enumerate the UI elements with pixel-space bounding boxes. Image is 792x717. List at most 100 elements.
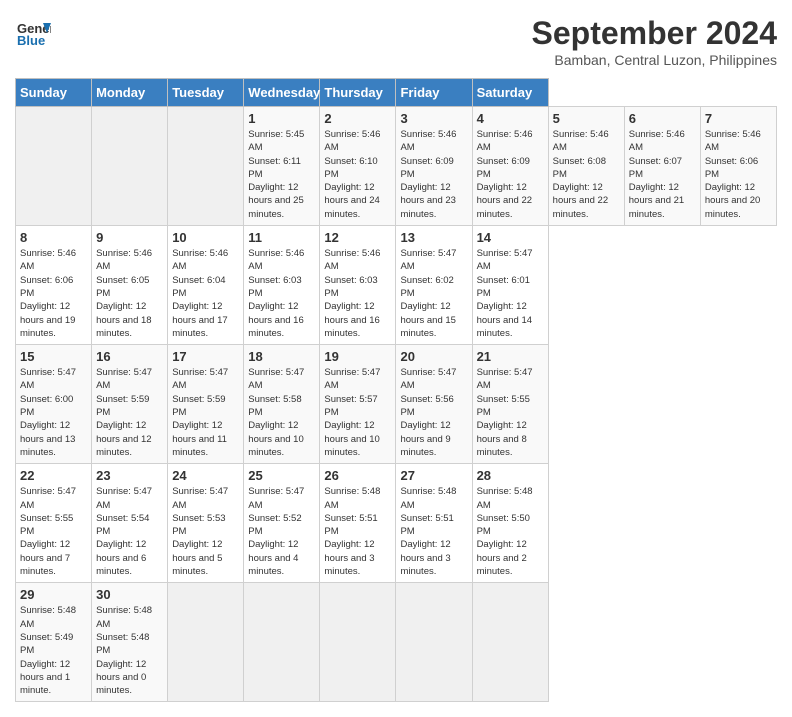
calendar-cell <box>472 583 548 702</box>
logo-icon: General Blue <box>15 15 51 51</box>
calendar-cell: 29Sunrise: 5:48 AMSunset: 5:49 PMDayligh… <box>16 583 92 702</box>
calendar-cell: 26Sunrise: 5:48 AMSunset: 5:51 PMDayligh… <box>320 464 396 583</box>
col-header-friday: Friday <box>396 79 472 107</box>
calendar-cell <box>168 583 244 702</box>
day-number: 17 <box>172 349 239 364</box>
calendar-cell <box>168 107 244 226</box>
calendar-cell: 8 Sunrise: 5:46 AMSunset: 6:06 PMDaylight… <box>16 226 92 345</box>
day-info: Sunrise: 5:46 AMSunset: 6:09 PMDaylight:… <box>477 128 544 221</box>
col-header-saturday: Saturday <box>472 79 548 107</box>
day-info: Sunrise: 5:47 AMSunset: 5:55 PMDaylight:… <box>477 366 544 459</box>
day-number: 22 <box>20 468 87 483</box>
col-header-sunday: Sunday <box>16 79 92 107</box>
title-area: September 2024 Bamban, Central Luzon, Ph… <box>532 15 777 68</box>
day-number: 19 <box>324 349 391 364</box>
day-info: Sunrise: 5:46 AMSunset: 6:04 PMDaylight:… <box>172 247 239 340</box>
day-info: Sunrise: 5:47 AMSunset: 5:59 PMDaylight:… <box>172 366 239 459</box>
calendar-cell: 23 Sunrise: 5:47 AMSunset: 5:54 PMDayligh… <box>92 464 168 583</box>
calendar-cell <box>16 107 92 226</box>
day-info: Sunrise: 5:46 AMSunset: 6:07 PMDaylight:… <box>629 128 696 221</box>
day-number: 7 <box>705 111 772 126</box>
calendar-cell: 5 Sunrise: 5:46 AMSunset: 6:08 PMDaylight… <box>548 107 624 226</box>
day-number: 27 <box>400 468 467 483</box>
col-header-wednesday: Wednesday <box>244 79 320 107</box>
day-info: Sunrise: 5:46 AMSunset: 6:03 PMDaylight:… <box>324 247 391 340</box>
day-info: Sunrise: 5:46 AMSunset: 6:09 PMDaylight:… <box>400 128 467 221</box>
day-number: 24 <box>172 468 239 483</box>
calendar-cell: 17 Sunrise: 5:47 AMSunset: 5:59 PMDayligh… <box>168 345 244 464</box>
day-info: Sunrise: 5:47 AMSunset: 5:54 PMDaylight:… <box>96 485 163 578</box>
day-info: Sunrise: 5:46 AMSunset: 6:10 PMDaylight:… <box>324 128 391 221</box>
day-info: Sunrise: 5:47 AMSunset: 5:56 PMDaylight:… <box>400 366 467 459</box>
day-info: Sunrise: 5:47 AMSunset: 6:00 PMDaylight:… <box>20 366 87 459</box>
day-info: Sunrise: 5:47 AMSunset: 5:52 PMDaylight:… <box>248 485 315 578</box>
day-number: 30 <box>96 587 163 602</box>
day-info: Sunrise: 5:47 AMSunset: 5:57 PMDaylight:… <box>324 366 391 459</box>
calendar-cell <box>320 583 396 702</box>
day-info: Sunrise: 5:45 AMSunset: 6:11 PMDaylight:… <box>248 128 315 221</box>
day-number: 20 <box>400 349 467 364</box>
day-number: 15 <box>20 349 87 364</box>
day-number: 14 <box>477 230 544 245</box>
calendar-cell: 22 Sunrise: 5:47 AMSunset: 5:55 PMDayligh… <box>16 464 92 583</box>
day-number: 29 <box>20 587 87 602</box>
calendar-cell <box>92 107 168 226</box>
day-number: 5 <box>553 111 620 126</box>
calendar-table: SundayMondayTuesdayWednesdayThursdayFrid… <box>15 78 777 702</box>
calendar-cell: 28Sunrise: 5:48 AMSunset: 5:50 PMDayligh… <box>472 464 548 583</box>
day-number: 4 <box>477 111 544 126</box>
logo: General Blue <box>15 15 51 51</box>
calendar-cell: 18 Sunrise: 5:47 AMSunset: 5:58 PMDayligh… <box>244 345 320 464</box>
calendar-cell: 11Sunrise: 5:46 AMSunset: 6:03 PMDayligh… <box>244 226 320 345</box>
day-info: Sunrise: 5:47 AMSunset: 5:59 PMDaylight:… <box>96 366 163 459</box>
day-number: 18 <box>248 349 315 364</box>
calendar-cell: 27 Sunrise: 5:48 AMSunset: 5:51 PMDayligh… <box>396 464 472 583</box>
day-number: 10 <box>172 230 239 245</box>
day-info: Sunrise: 5:47 AMSunset: 6:02 PMDaylight:… <box>400 247 467 340</box>
calendar-week-4: 22 Sunrise: 5:47 AMSunset: 5:55 PMDayligh… <box>16 464 777 583</box>
day-info: Sunrise: 5:46 AMSunset: 6:08 PMDaylight:… <box>553 128 620 221</box>
calendar-cell: 24 Sunrise: 5:47 AMSunset: 5:53 PMDayligh… <box>168 464 244 583</box>
day-info: Sunrise: 5:47 AMSunset: 5:53 PMDaylight:… <box>172 485 239 578</box>
calendar-cell: 12 Sunrise: 5:46 AMSunset: 6:03 PMDayligh… <box>320 226 396 345</box>
day-info: Sunrise: 5:47 AMSunset: 6:01 PMDaylight:… <box>477 247 544 340</box>
calendar-cell <box>244 583 320 702</box>
calendar-cell: 3 Sunrise: 5:46 AMSunset: 6:09 PMDaylight… <box>396 107 472 226</box>
day-info: Sunrise: 5:46 AMSunset: 6:06 PMDaylight:… <box>20 247 87 340</box>
calendar-week-3: 15 Sunrise: 5:47 AMSunset: 6:00 PMDayligh… <box>16 345 777 464</box>
day-info: Sunrise: 5:47 AMSunset: 5:58 PMDaylight:… <box>248 366 315 459</box>
calendar-cell: 19 Sunrise: 5:47 AMSunset: 5:57 PMDayligh… <box>320 345 396 464</box>
day-number: 8 <box>20 230 87 245</box>
day-number: 2 <box>324 111 391 126</box>
col-header-thursday: Thursday <box>320 79 396 107</box>
day-info: Sunrise: 5:46 AMSunset: 6:03 PMDaylight:… <box>248 247 315 340</box>
day-number: 23 <box>96 468 163 483</box>
calendar-cell: 9Sunrise: 5:46 AMSunset: 6:05 PMDaylight… <box>92 226 168 345</box>
day-info: Sunrise: 5:48 AMSunset: 5:51 PMDaylight:… <box>400 485 467 578</box>
calendar-cell: 16Sunrise: 5:47 AMSunset: 5:59 PMDayligh… <box>92 345 168 464</box>
calendar-cell: 1 Sunrise: 5:45 AMSunset: 6:11 PMDaylight… <box>244 107 320 226</box>
calendar-header: SundayMondayTuesdayWednesdayThursdayFrid… <box>16 79 777 107</box>
day-number: 6 <box>629 111 696 126</box>
calendar-cell: 7Sunrise: 5:46 AMSunset: 6:06 PMDaylight… <box>700 107 776 226</box>
calendar-cell: 4 Sunrise: 5:46 AMSunset: 6:09 PMDaylight… <box>472 107 548 226</box>
calendar-cell: 20 Sunrise: 5:47 AMSunset: 5:56 PMDayligh… <box>396 345 472 464</box>
calendar-cell: 10 Sunrise: 5:46 AMSunset: 6:04 PMDayligh… <box>168 226 244 345</box>
day-number: 9 <box>96 230 163 245</box>
day-number: 12 <box>324 230 391 245</box>
day-number: 28 <box>477 468 544 483</box>
calendar-cell: 15 Sunrise: 5:47 AMSunset: 6:00 PMDayligh… <box>16 345 92 464</box>
calendar-cell: 13Sunrise: 5:47 AMSunset: 6:02 PMDayligh… <box>396 226 472 345</box>
day-number: 25 <box>248 468 315 483</box>
day-number: 3 <box>400 111 467 126</box>
calendar-week-5: 29Sunrise: 5:48 AMSunset: 5:49 PMDayligh… <box>16 583 777 702</box>
header: General Blue September 2024 Bamban, Cent… <box>15 15 777 68</box>
day-number: 1 <box>248 111 315 126</box>
day-info: Sunrise: 5:48 AMSunset: 5:48 PMDaylight:… <box>96 604 163 697</box>
calendar-cell: 21Sunrise: 5:47 AMSunset: 5:55 PMDayligh… <box>472 345 548 464</box>
location-title: Bamban, Central Luzon, Philippines <box>532 52 777 68</box>
col-header-monday: Monday <box>92 79 168 107</box>
day-info: Sunrise: 5:47 AMSunset: 5:55 PMDaylight:… <box>20 485 87 578</box>
calendar-week-2: 8 Sunrise: 5:46 AMSunset: 6:06 PMDaylight… <box>16 226 777 345</box>
calendar-cell <box>396 583 472 702</box>
